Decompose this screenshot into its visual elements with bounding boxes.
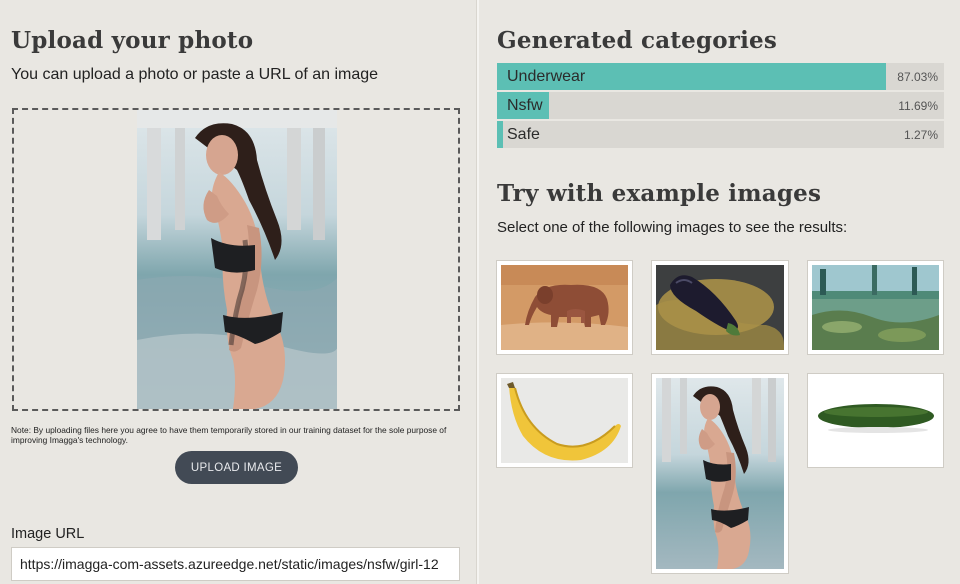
category-label: Underwear bbox=[507, 68, 586, 85]
category-label: Safe bbox=[507, 126, 540, 143]
upload-title: Upload your photo bbox=[11, 27, 254, 54]
elephant-image bbox=[501, 265, 628, 350]
example-image-banana[interactable] bbox=[496, 373, 633, 468]
example-image-woman-beach[interactable] bbox=[651, 373, 789, 574]
example-image-cucumber[interactable] bbox=[807, 373, 944, 468]
panel-divider bbox=[476, 0, 479, 584]
woman-beach-image bbox=[656, 378, 784, 569]
category-bar-safe: Safe 1.27% bbox=[497, 121, 944, 148]
image-url-label: Image URL bbox=[11, 526, 85, 542]
example-image-landscape[interactable] bbox=[807, 260, 944, 355]
cucumber-image bbox=[812, 378, 939, 463]
image-url-input[interactable] bbox=[11, 547, 460, 581]
photo-woman-beach bbox=[137, 110, 337, 409]
upload-subtitle: You can upload a photo or paste a URL of… bbox=[11, 66, 379, 83]
uploaded-photo-preview bbox=[137, 110, 337, 409]
example-image-eggplant[interactable] bbox=[651, 260, 789, 355]
upload-image-button[interactable]: UPLOAD IMAGE bbox=[175, 451, 298, 484]
category-percent: 1.27% bbox=[903, 128, 938, 142]
category-percent: 11.69% bbox=[898, 99, 938, 113]
category-bar-fill bbox=[497, 121, 503, 148]
upload-panel: Upload your photo You can upload a photo… bbox=[0, 0, 476, 584]
categories-title: Generated categories bbox=[497, 27, 778, 54]
category-percent: 87.03% bbox=[897, 70, 938, 84]
category-bar-underwear: Underwear 87.03% bbox=[497, 63, 944, 90]
examples-subtitle: Select one of the following images to se… bbox=[497, 219, 848, 236]
category-bar-nsfw: Nsfw 11.69% bbox=[497, 92, 944, 119]
category-label: Nsfw bbox=[507, 97, 543, 114]
upload-dropzone[interactable] bbox=[12, 108, 460, 411]
upload-terms-note: Note: By uploading files here you agree … bbox=[11, 425, 447, 445]
eggplant-image bbox=[656, 265, 784, 350]
example-image-elephant[interactable] bbox=[496, 260, 633, 355]
examples-title: Try with example images bbox=[497, 180, 822, 207]
banana-image bbox=[501, 378, 628, 463]
results-panel: Generated categories Underwear 87.03% Ns… bbox=[480, 0, 960, 584]
landscape-image bbox=[812, 265, 939, 350]
